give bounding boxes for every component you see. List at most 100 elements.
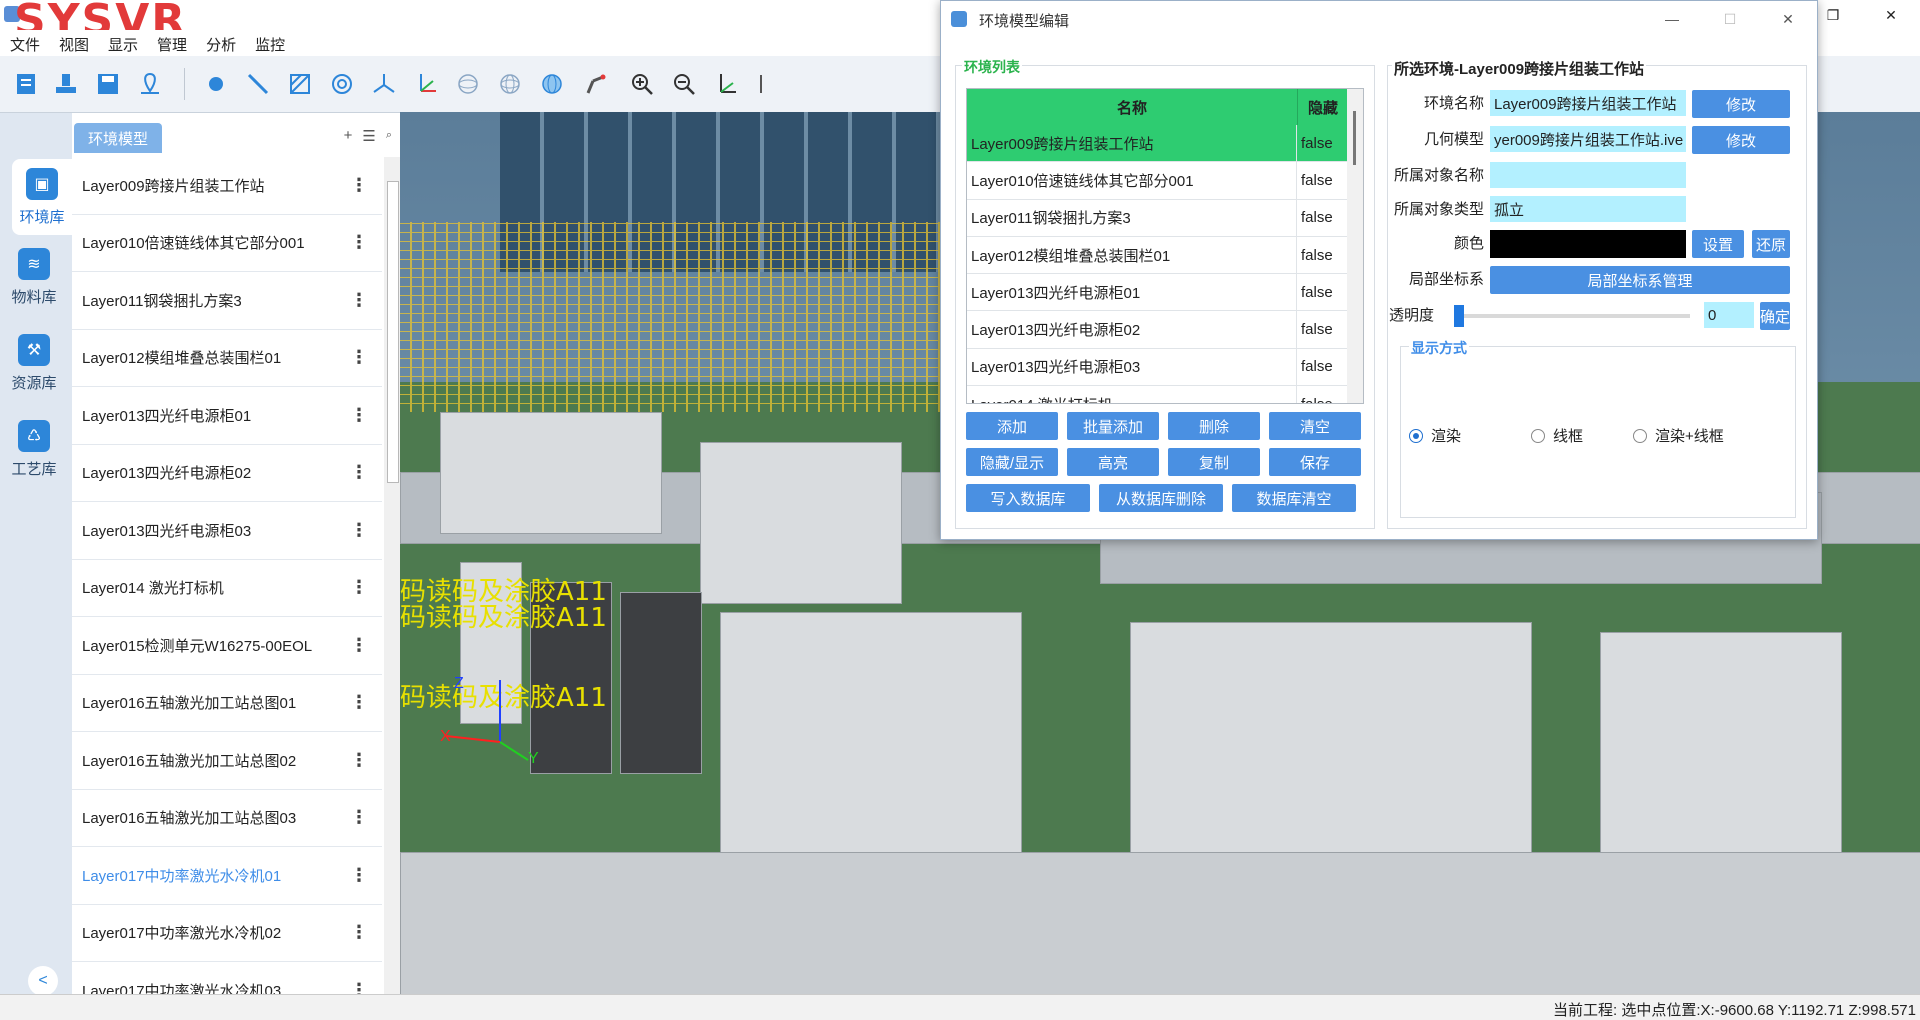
menu-view[interactable]: 视图 [49,30,98,56]
menu-file[interactable]: 文件 [0,30,49,56]
table-row[interactable]: Layer013四光纤电源柜03 false [967,348,1363,387]
transparency-confirm-button[interactable]: 确定 [1760,302,1790,330]
more-vertical-icon[interactable]: ⋮ [350,692,368,713]
table-row[interactable]: Layer012模组堆叠总装围栏01 false [967,236,1363,275]
search-icon[interactable]: ⌕ [386,127,392,145]
col-name-header[interactable]: 名称 [967,89,1298,125]
radio-wireframe[interactable]: 线框 [1531,425,1583,446]
save-icon[interactable] [90,66,126,102]
plane-icon[interactable] [282,66,318,102]
zoom-out-icon[interactable] [666,66,702,102]
slider-knob[interactable] [1454,305,1464,327]
list-item[interactable]: Layer017中功率激光水冷机03 ⋮ [72,962,382,994]
table-scrollbar[interactable] [1347,89,1363,403]
tab-env-model[interactable]: 环境模型 [74,123,162,153]
table-row[interactable]: Layer013四光纤电源柜01 false [967,274,1363,312]
dialog-title-bar[interactable]: 环境模型编辑 — ☐ ✕ [941,1,1817,37]
more-vertical-icon[interactable]: ⋮ [350,232,368,253]
delete-button[interactable]: 删除 [1168,412,1260,440]
dialog-close-button[interactable]: ✕ [1759,1,1817,37]
color-restore-button[interactable]: 还原 [1752,230,1790,258]
more-vertical-icon[interactable]: ⋮ [350,865,368,886]
table-row[interactable]: Layer013四光纤电源柜02 false [967,311,1363,349]
axis-icon[interactable] [366,66,402,102]
radio-unchecked-icon[interactable] [1531,428,1545,443]
list-item[interactable]: Layer010倍速链线体其它部分001 ⋮ [72,215,382,272]
import-icon[interactable] [48,66,84,102]
collapse-sidebar-button[interactable]: < [28,966,58,996]
more-vertical-icon[interactable]: ⋮ [350,750,368,771]
list-item[interactable]: Layer016五轴激光加工站总图03 ⋮ [72,790,382,847]
radio-unchecked-icon[interactable] [1633,428,1647,443]
save-button[interactable]: 保存 [1269,448,1361,476]
more-vertical-icon[interactable]: ⋮ [350,577,368,598]
menu-manage[interactable]: 管理 [147,30,196,56]
line-icon[interactable] [240,66,276,102]
owner-type-field[interactable]: 孤立 [1490,196,1686,222]
more-vertical-icon[interactable]: ⋮ [350,635,368,656]
radio-render-wireframe[interactable]: 渲染+线框 [1633,425,1724,446]
modify-name-button[interactable]: 修改 [1692,90,1790,118]
clear-button[interactable]: 清空 [1269,412,1361,440]
owner-name-field[interactable] [1490,162,1686,188]
copy-button[interactable]: 复制 [1168,448,1260,476]
axis-color-icon[interactable] [408,66,444,102]
radio-checked-icon[interactable] [1409,428,1423,443]
more-vertical-icon[interactable]: ⋮ [350,347,368,368]
dialog-maximize-button[interactable]: ☐ [1701,1,1759,37]
menu-display[interactable]: 显示 [98,30,147,56]
color-set-button[interactable]: 设置 [1692,230,1744,258]
add-button[interactable]: 添加 [966,412,1058,440]
list-item[interactable]: Layer012模组堆叠总装围栏01 ⋮ [72,330,382,387]
local-coord-manage-button[interactable]: 局部坐标系管理 [1490,266,1790,294]
list-item[interactable]: Layer016五轴激光加工站总图02 ⋮ [72,732,382,790]
list-item[interactable]: Layer015检测单元W16275-00EOL ⋮ [72,617,382,675]
delete-from-db-button[interactable]: 从数据库删除 [1099,484,1223,512]
more-vertical-icon[interactable]: ⋮ [350,980,368,994]
more-vertical-icon[interactable]: ⋮ [350,405,368,426]
list-item[interactable]: Layer013四光纤电源柜03 ⋮ [72,502,382,560]
more-vertical-icon[interactable]: ⋮ [350,462,368,483]
dialog-minimize-button[interactable]: — [1643,1,1701,37]
hide-show-button[interactable]: 隐藏/显示 [966,448,1058,476]
close-button[interactable]: ✕ [1862,0,1920,30]
list-item[interactable]: Layer017中功率激光水冷机02 ⋮ [72,905,382,962]
zoom-in-icon[interactable] [624,66,660,102]
menu-analysis[interactable]: 分析 [196,30,245,56]
radio-render[interactable]: 渲染 [1409,425,1461,446]
menu-monitor[interactable]: 监控 [245,30,294,56]
transparency-slider[interactable] [1454,305,1690,327]
more-vertical-icon[interactable]: ⋮ [350,520,368,541]
more-vertical-icon[interactable]: ⋮ [350,807,368,828]
list-menu-icon[interactable]: ☰ [362,127,375,145]
highlight-button[interactable]: 高亮 [1067,448,1159,476]
map-pin-icon[interactable] [132,66,168,102]
table-row[interactable]: Layer010倍速链线体其它部分001 false [967,162,1363,200]
nav-resource-library[interactable]: ⚒ 资源库 [4,325,64,401]
list-item-highlighted[interactable]: Layer017中功率激光水冷机01 ⋮ [72,847,382,905]
col-hidden-header[interactable]: 隐藏 [1298,89,1348,125]
more-vertical-icon[interactable]: ⋮ [350,290,368,311]
write-db-button[interactable]: 写入数据库 [966,484,1090,512]
env-list-scrollbar[interactable] [384,157,400,994]
transparency-value-field[interactable]: 0 [1704,302,1754,328]
add-icon[interactable]: + [344,127,353,145]
list-item[interactable]: Layer009跨接片组装工作站 ⋮ [72,157,382,215]
table-row[interactable]: Layer011钢袋捆扎方案3 false [967,199,1363,237]
list-item[interactable]: Layer016五轴激光加工站总图01 ⋮ [72,675,382,732]
new-doc-icon[interactable] [8,66,44,102]
circle-icon[interactable] [324,66,360,102]
geo-model-field[interactable]: yer009跨接片组装工作站.ive [1490,126,1686,152]
modify-geo-button[interactable]: 修改 [1692,126,1790,154]
batch-add-button[interactable]: 批量添加 [1067,412,1159,440]
more-vertical-icon[interactable]: ⋮ [350,175,368,196]
more-vertical-icon[interactable]: ⋮ [350,922,368,943]
axis-xyz-icon[interactable] [708,66,744,102]
nav-env-library[interactable]: ▣ 环境库 [12,159,72,235]
nav-material-library[interactable]: ≋ 物料库 [4,239,64,315]
scrollbar-thumb[interactable] [1353,111,1356,165]
clear-db-button[interactable]: 数据库清空 [1232,484,1356,512]
list-item[interactable]: Layer013四光纤电源柜02 ⋮ [72,445,382,502]
list-item[interactable]: Layer014 激光打标机 ⋮ [72,560,382,617]
table-row-selected[interactable]: Layer009跨接片组装工作站 false [967,125,1363,163]
